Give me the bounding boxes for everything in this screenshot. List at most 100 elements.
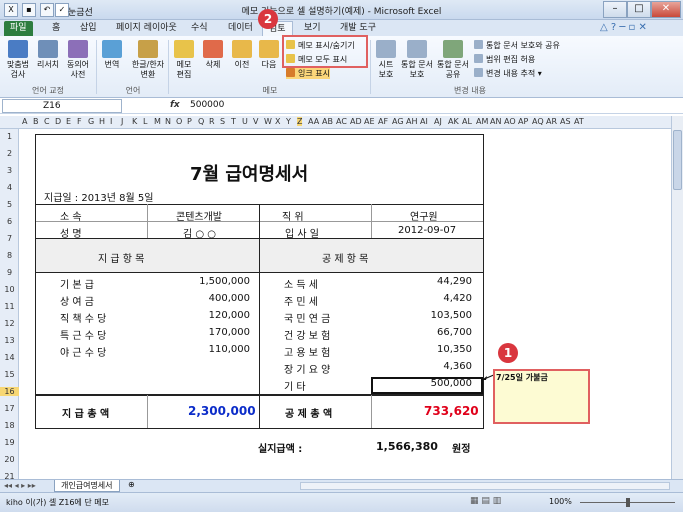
delete-memo-button[interactable]: 삭제 xyxy=(199,40,227,70)
column-header[interactable]: O xyxy=(176,117,182,126)
column-header[interactable]: Q xyxy=(198,117,204,126)
column-header[interactable]: AI xyxy=(420,117,428,126)
row-header[interactable]: 5 xyxy=(0,200,19,209)
column-header[interactable]: AL xyxy=(462,117,472,126)
column-header[interactable]: AN xyxy=(490,117,501,126)
column-header[interactable]: V xyxy=(253,117,258,126)
prev-memo-button[interactable]: 이전 xyxy=(228,40,256,70)
maximize-button[interactable]: □ xyxy=(627,1,651,18)
horizontal-scrollbar[interactable] xyxy=(300,482,670,490)
column-header[interactable]: N xyxy=(165,117,171,126)
sheet-nav-arrows[interactable]: ◂◂ ◂ ▸ ▸▸ xyxy=(4,481,36,490)
view-icons[interactable]: ▦ ▤ ▥ xyxy=(470,496,501,506)
column-header[interactable]: AE xyxy=(364,117,375,126)
help-icon[interactable]: △ ? ─ ▫ ✕ xyxy=(600,22,647,33)
tab-view[interactable]: 보기 xyxy=(298,21,327,36)
column-header[interactable]: B xyxy=(33,117,39,126)
scroll-thumb[interactable] xyxy=(673,130,682,190)
column-header[interactable]: AH xyxy=(406,117,418,126)
column-header[interactable]: R xyxy=(209,117,215,126)
active-cell[interactable] xyxy=(371,377,483,394)
tab-file[interactable]: 파일 xyxy=(4,21,33,36)
protect-sheet-button[interactable]: 시트 보호 xyxy=(372,40,400,80)
row-header[interactable]: 4 xyxy=(0,183,19,192)
edit-memo-button[interactable]: 메모 편집 xyxy=(170,40,198,80)
minimize-button[interactable]: – xyxy=(603,1,627,18)
tab-home[interactable]: 홈 xyxy=(46,21,66,36)
row-header[interactable]: 1 xyxy=(0,132,19,141)
column-header[interactable]: AK xyxy=(448,117,459,126)
protect-workbook-button[interactable]: 통합 문서 보호 xyxy=(400,40,434,80)
column-header[interactable]: M xyxy=(154,117,161,126)
row-header[interactable]: 9 xyxy=(0,268,19,277)
close-button[interactable]: ✕ xyxy=(651,1,681,18)
row-header[interactable]: 19 xyxy=(0,438,19,447)
column-header[interactable]: D xyxy=(55,117,61,126)
row-header[interactable]: 15 xyxy=(0,370,19,379)
share-workbook-button[interactable]: 통합 문서 공유 xyxy=(436,40,470,80)
row-header[interactable]: 2 xyxy=(0,149,19,158)
column-header[interactable]: T xyxy=(231,117,236,126)
row-header[interactable]: 13 xyxy=(0,336,19,345)
column-header[interactable]: AQ xyxy=(532,117,544,126)
column-header[interactable]: AR xyxy=(546,117,557,126)
column-header[interactable]: AD xyxy=(350,117,362,126)
row-header[interactable]: 16 xyxy=(0,387,19,396)
column-header[interactable]: P xyxy=(187,117,192,126)
row-header[interactable]: 12 xyxy=(0,319,19,328)
column-header[interactable]: AO xyxy=(504,117,516,126)
tab-page-layout[interactable]: 페이지 레이아웃 xyxy=(110,21,183,36)
row-header[interactable]: 17 xyxy=(0,404,19,413)
row-header[interactable]: 6 xyxy=(0,217,19,226)
column-header[interactable]: K xyxy=(132,117,137,126)
row-header[interactable]: 8 xyxy=(0,251,19,260)
column-header[interactable]: AC xyxy=(336,117,347,126)
row-header[interactable]: 7 xyxy=(0,234,19,243)
next-memo-button[interactable]: 다음 xyxy=(255,40,283,70)
column-header[interactable]: U xyxy=(242,117,248,126)
vertical-scrollbar[interactable] xyxy=(671,116,683,479)
column-header[interactable]: J xyxy=(121,117,123,126)
column-header[interactable]: L xyxy=(143,117,147,126)
worksheet[interactable] xyxy=(19,129,671,479)
translate-button[interactable]: 번역 xyxy=(98,40,126,70)
row-header[interactable]: 14 xyxy=(0,353,19,362)
column-header[interactable]: I xyxy=(110,117,112,126)
column-header[interactable]: E xyxy=(66,117,71,126)
formula-input[interactable]: 500000 xyxy=(190,100,224,110)
spell-check-button[interactable]: 맞춤법 검사 xyxy=(4,40,32,80)
tab-data[interactable]: 데이터 xyxy=(222,21,259,36)
column-header[interactable]: A xyxy=(22,117,27,126)
row-header[interactable]: 18 xyxy=(0,421,19,430)
column-header[interactable]: W xyxy=(264,117,272,126)
column-header[interactable]: H xyxy=(99,117,105,126)
column-header[interactable]: AF xyxy=(378,117,388,126)
function-icon[interactable]: fx xyxy=(170,100,180,110)
column-header[interactable]: AP xyxy=(518,117,528,126)
new-sheet-icon[interactable]: ⊕ xyxy=(128,480,135,489)
zoom-slider-handle[interactable] xyxy=(626,498,630,507)
track-changes-button[interactable]: 변경 내용 추적 ▾ xyxy=(474,68,542,79)
hanja-convert-button[interactable]: 한글/한자 변환 xyxy=(130,40,166,80)
column-header[interactable]: AT xyxy=(574,117,584,126)
thesaurus-button[interactable]: 동의어 사전 xyxy=(64,40,92,80)
row-header[interactable]: 11 xyxy=(0,302,19,311)
column-header[interactable]: C xyxy=(44,117,50,126)
column-header[interactable]: G xyxy=(88,117,94,126)
sheet-tab-payroll[interactable]: 개인급여명세서 xyxy=(54,480,120,492)
column-header[interactable]: AB xyxy=(322,117,333,126)
column-header[interactable]: AG xyxy=(392,117,404,126)
research-button[interactable]: 리서치 xyxy=(34,40,62,70)
column-header[interactable]: Y xyxy=(286,117,291,126)
tab-insert[interactable]: 삽입 xyxy=(74,21,103,36)
column-header[interactable]: AJ xyxy=(434,117,442,126)
row-header[interactable]: 10 xyxy=(0,285,19,294)
column-header[interactable]: AA xyxy=(308,117,319,126)
row-header[interactable]: 3 xyxy=(0,166,19,175)
column-header[interactable]: S xyxy=(220,117,225,126)
protect-share-button[interactable]: 통합 문서 보호와 공유 xyxy=(474,40,560,51)
column-header[interactable]: F xyxy=(77,117,82,126)
name-box[interactable]: Z16 xyxy=(2,99,122,113)
column-header[interactable]: AS xyxy=(560,117,571,126)
column-header[interactable]: AM xyxy=(476,117,488,126)
